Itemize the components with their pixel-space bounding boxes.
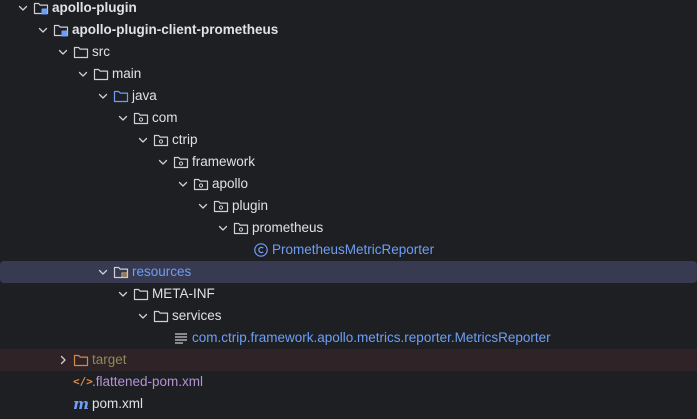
tree-row[interactable]: META-INF: [0, 283, 697, 305]
tree-row-label: framework: [192, 154, 256, 169]
tree-row[interactable]: PrometheusMetricReporter: [0, 239, 697, 261]
tree-row-label: pom.xml: [92, 396, 144, 411]
package-icon: [213, 198, 229, 214]
xml-file-icon: </>: [73, 375, 93, 388]
chevron-down-icon[interactable]: [217, 222, 229, 234]
chevron-down-icon[interactable]: [97, 90, 109, 102]
tree-row-label: services: [172, 308, 222, 323]
chevron-down-icon[interactable]: [137, 134, 149, 146]
tree-row-label: plugin: [232, 198, 269, 213]
tree-row-label: PrometheusMetricReporter: [272, 242, 435, 257]
tree-row[interactable]: src: [0, 41, 697, 63]
tree-row-label: target: [92, 352, 127, 367]
chevron-down-icon[interactable]: [97, 266, 109, 278]
chevron-down-icon[interactable]: [17, 2, 29, 14]
excluded-folder-icon: [73, 352, 89, 368]
folder-icon: [133, 286, 149, 302]
tree-row-label: apollo-plugin: [52, 0, 137, 15]
chevron-down-icon[interactable]: [197, 200, 209, 212]
chevron-down-icon[interactable]: [177, 178, 189, 190]
tree-row[interactable]: apollo: [0, 173, 697, 195]
chevron-down-icon[interactable]: [137, 310, 149, 322]
tree-row[interactable]: m pom.xml: [0, 393, 697, 415]
tree-row[interactable]: java: [0, 85, 697, 107]
tree-row-label: src: [92, 44, 110, 59]
tree-row[interactable]: plugin: [0, 195, 697, 217]
chevron-down-icon[interactable]: [37, 24, 49, 36]
tree-row[interactable]: com: [0, 107, 697, 129]
tree-row-label: com: [152, 110, 178, 125]
tree-row-label: META-INF: [152, 286, 215, 301]
source-root-folder-icon: [113, 88, 129, 104]
chevron-down-icon[interactable]: [157, 156, 169, 168]
tree-row[interactable]: com.ctrip.framework.apollo.metrics.repor…: [0, 327, 697, 349]
tree-row-label: apollo: [212, 176, 249, 191]
folder-icon: [93, 66, 109, 82]
tree-row[interactable]: resources: [0, 261, 697, 283]
module-folder-icon: [33, 0, 49, 16]
tree-row-label: com.ctrip.framework.apollo.metrics.repor…: [192, 330, 551, 345]
tree-row[interactable]: services: [0, 305, 697, 327]
maven-icon: m: [73, 395, 89, 413]
module-folder-icon: [53, 22, 69, 38]
tree-row[interactable]: </> .flattened-pom.xml: [0, 371, 697, 393]
tree-row-label: apollo-plugin-client-prometheus: [72, 22, 279, 37]
resources-root-folder-icon: [113, 264, 129, 280]
tree-row[interactable]: main: [0, 63, 697, 85]
tree-row[interactable]: framework: [0, 151, 697, 173]
class-icon: [253, 242, 269, 258]
project-tree: apollo-plugin apollo-plugin-client-promet…: [0, 0, 697, 419]
folder-icon: [153, 308, 169, 324]
tree-row[interactable]: apollo-plugin: [0, 0, 697, 19]
tree-row-label: main: [112, 66, 142, 81]
package-icon: [153, 132, 169, 148]
chevron-down-icon[interactable]: [117, 112, 129, 124]
package-icon: [133, 110, 149, 126]
tree-row[interactable]: ctrip: [0, 129, 697, 151]
package-icon: [193, 176, 209, 192]
tree-row-label: .flattened-pom.xml: [92, 374, 204, 389]
package-icon: [233, 220, 249, 236]
tree-row-label: resources: [132, 264, 192, 279]
tree-row[interactable]: prometheus: [0, 217, 697, 239]
package-icon: [173, 154, 189, 170]
chevron-down-icon[interactable]: [117, 288, 129, 300]
tree-row-label: java: [132, 88, 157, 103]
tree-row-label: prometheus: [252, 220, 324, 235]
text-file-icon: [173, 330, 189, 346]
chevron-down-icon[interactable]: [57, 46, 69, 58]
chevron-down-icon[interactable]: [77, 68, 89, 80]
tree-row-label: ctrip: [172, 132, 198, 147]
folder-icon: [73, 44, 89, 60]
tree-row[interactable]: apollo-plugin-client-prometheus: [0, 19, 697, 41]
chevron-right-icon[interactable]: [57, 354, 69, 366]
tree-row[interactable]: target: [0, 349, 697, 371]
